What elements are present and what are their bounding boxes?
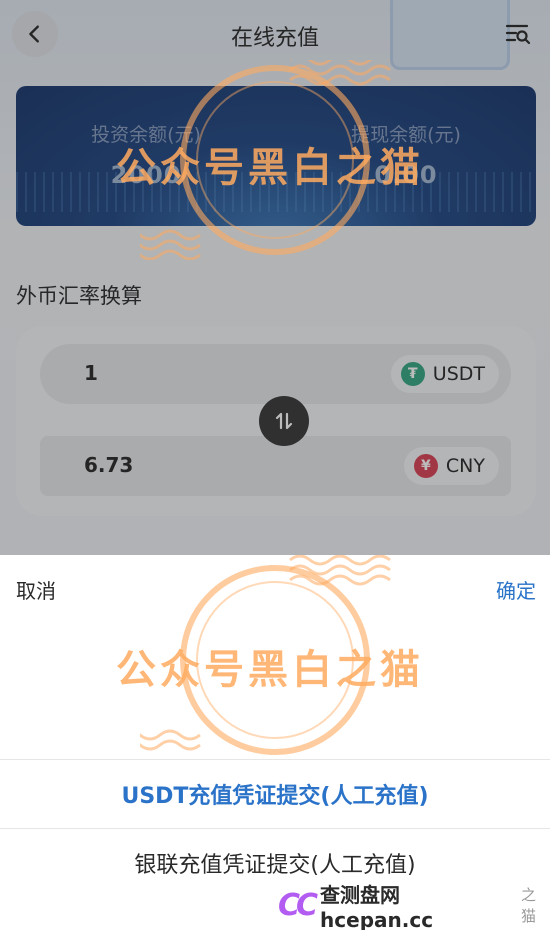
bottom-sheet: 取消 确定 USDT充值凭证提交(人工充值) 银联充值凭证提交(人工充值) [0, 555, 550, 930]
brand-logo-icon: CC [278, 887, 318, 923]
modal-backdrop[interactable] [0, 0, 550, 555]
confirm-button[interactable]: 确定 [496, 575, 536, 604]
brand-watermark-text: 查测盘网 hcepan.cc [320, 882, 434, 930]
brand-watermark-sub: 之猫 [521, 886, 537, 925]
brand-watermark: CC 查测盘网 hcepan.cc 之猫 [278, 883, 550, 930]
option-usdt-voucher[interactable]: USDT充值凭证提交(人工充值) [0, 760, 550, 828]
cancel-button[interactable]: 取消 [16, 575, 56, 604]
